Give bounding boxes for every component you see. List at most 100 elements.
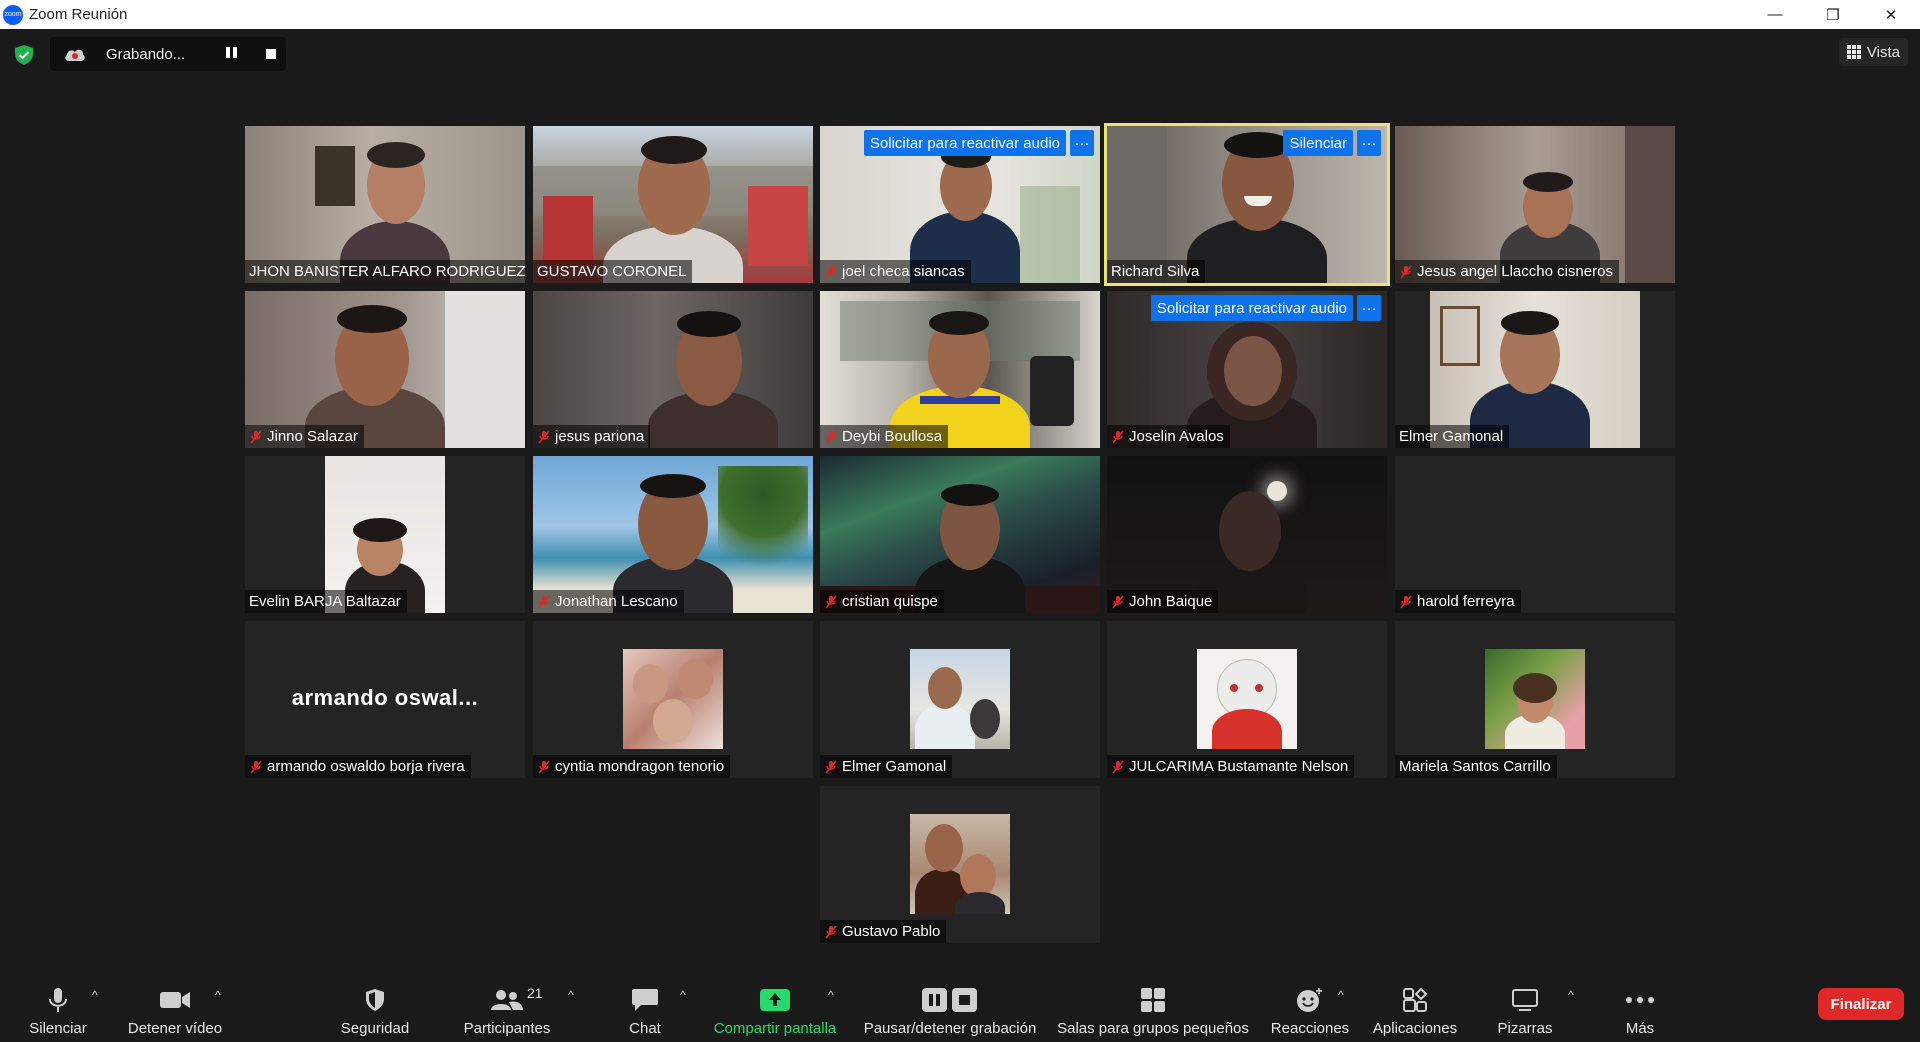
- mute-participant-button[interactable]: Silenciar: [1283, 130, 1353, 156]
- video-tile[interactable]: Elmer Gamonal: [820, 621, 1100, 778]
- share-screen-button[interactable]: Compartir pantalla: [705, 974, 845, 1042]
- participant-name: Deybi Boullosa: [842, 428, 943, 445]
- participant-name: jesus pariona: [555, 428, 645, 445]
- stop-video-button[interactable]: Detener vídeo: [120, 974, 230, 1042]
- recording-status: Grabando...: [106, 45, 186, 63]
- video-tile[interactable]: Jesus angel Llaccho cisneros: [1395, 126, 1675, 283]
- video-tile[interactable]: Jonathan Lescano: [533, 456, 813, 613]
- video-tile[interactable]: JULCARIMA Bustamante Nelson: [1107, 621, 1387, 778]
- reactions-options-caret-icon[interactable]: ^: [1338, 988, 1344, 1002]
- video-tile[interactable]: GUSTAVO CORONEL: [533, 126, 813, 283]
- muted-mic-icon: [1112, 594, 1124, 609]
- video-tile[interactable]: Solicitar para reactivar audio ··· joel …: [820, 126, 1100, 283]
- recording-panel: Grabando...: [50, 37, 286, 71]
- participants-options-caret-icon[interactable]: ^: [568, 988, 574, 1002]
- video-tile[interactable]: JHON BANISTER ALFARO RODRIGUEZ: [245, 126, 525, 283]
- video-tile[interactable]: Evelin BARJA Baltazar: [245, 456, 525, 613]
- encryption-shield-icon[interactable]: [13, 44, 35, 66]
- video-tile[interactable]: Mariela Santos Carrillo: [1395, 621, 1675, 778]
- video-tile[interactable]: John Baique: [1107, 456, 1387, 613]
- window-controls: — ❐ ✕: [1746, 0, 1920, 29]
- participants-label: Participantes: [463, 1020, 551, 1037]
- more-options-button[interactable]: ···: [1357, 295, 1381, 321]
- whiteboards-options-caret-icon[interactable]: ^: [1568, 988, 1574, 1002]
- request-unmute-button[interactable]: Solicitar para reactivar audio: [863, 130, 1066, 156]
- end-meeting-button[interactable]: Finalizar: [1818, 988, 1904, 1020]
- muted-mic-icon: [1400, 594, 1412, 609]
- microphone-icon: [47, 988, 69, 1012]
- participant-name: armando oswaldo borja rivera: [267, 758, 465, 775]
- chat-bubble-icon: [631, 988, 659, 1012]
- name-label: Evelin BARJA Baltazar: [245, 590, 407, 613]
- share-options-caret-icon[interactable]: ^: [828, 988, 834, 1002]
- name-label: Mariela Santos Carrillo: [1395, 755, 1557, 778]
- participant-name: Mariela Santos Carrillo: [1399, 758, 1551, 775]
- breakout-rooms-label: Salas para grupos pequeños: [1057, 1020, 1249, 1037]
- whiteboards-button[interactable]: Pizarras: [1490, 974, 1560, 1042]
- stop-recording-icon[interactable]: [266, 49, 276, 59]
- pause-stop-recording-button[interactable]: Pausar/detener grabación: [855, 974, 1045, 1042]
- window-title: Zoom Reunión: [29, 6, 128, 23]
- muted-mic-icon: [538, 594, 550, 609]
- reactions-button[interactable]: Reacciones: [1268, 974, 1352, 1042]
- breakout-rooms-icon: [1140, 988, 1166, 1012]
- mute-label: Silenciar: [29, 1020, 87, 1037]
- name-label: Jesus angel Llaccho cisneros: [1395, 260, 1619, 283]
- participant-name: Elmer Gamonal: [842, 758, 947, 775]
- request-unmute-button[interactable]: Solicitar para reactivar audio: [1150, 295, 1353, 321]
- video-tile[interactable]: cyntia mondragon tenorio: [533, 621, 813, 778]
- more-label: Más: [1625, 1020, 1655, 1037]
- name-label: armando oswaldo borja rivera: [245, 755, 471, 778]
- muted-mic-icon: [250, 759, 262, 774]
- more-button[interactable]: Más: [1610, 974, 1670, 1042]
- more-options-button[interactable]: ···: [1070, 130, 1094, 156]
- muted-mic-icon: [1400, 264, 1412, 279]
- name-label: Deybi Boullosa: [820, 425, 949, 448]
- apps-button[interactable]: Aplicaciones: [1365, 974, 1465, 1042]
- video-tile[interactable]: harold ferreyra: [1395, 456, 1675, 613]
- close-button[interactable]: ✕: [1862, 0, 1920, 29]
- participant-name: harold ferreyra: [1417, 593, 1515, 610]
- breakout-rooms-button[interactable]: Salas para grupos pequeños: [1055, 974, 1251, 1042]
- video-tile-active-speaker[interactable]: Silenciar ··· Richard Silva: [1104, 123, 1390, 286]
- participant-name: Richard Silva: [1111, 263, 1200, 280]
- video-tile[interactable]: Jinno Salazar: [245, 291, 525, 448]
- tile-actions: Solicitar para reactivar audio ···: [863, 130, 1094, 156]
- audio-options-caret-icon[interactable]: ^: [92, 988, 98, 1002]
- participant-name: GUSTAVO CORONEL: [537, 263, 687, 280]
- video-tile[interactable]: cristian quispe: [820, 456, 1100, 613]
- pause-stop-recording-icon: [921, 988, 979, 1012]
- chat-button[interactable]: Chat: [615, 974, 675, 1042]
- minimize-button[interactable]: —: [1746, 0, 1804, 29]
- profile-picture: [1197, 649, 1297, 749]
- video-tile[interactable]: Gustavo Pablo: [820, 786, 1100, 943]
- profile-picture: [623, 649, 723, 749]
- name-label: Richard Silva: [1107, 260, 1206, 283]
- muted-mic-icon: [538, 759, 550, 774]
- grid-view-icon: [1846, 45, 1861, 59]
- muted-mic-icon: [825, 924, 837, 939]
- participant-name: John Baique: [1129, 593, 1213, 610]
- meeting-top-bar: Grabando... Vista: [0, 29, 1920, 79]
- name-label: cyntia mondragon tenorio: [533, 755, 731, 778]
- participant-display-name: armando oswal...: [291, 685, 479, 710]
- more-options-button[interactable]: ···: [1357, 130, 1381, 156]
- video-options-caret-icon[interactable]: ^: [215, 988, 221, 1002]
- muted-mic-icon: [825, 264, 837, 279]
- restore-button[interactable]: ❐: [1804, 0, 1862, 29]
- pause-recording-icon[interactable]: [224, 47, 238, 61]
- name-label: Elmer Gamonal: [1395, 425, 1510, 448]
- chat-options-caret-icon[interactable]: ^: [680, 988, 686, 1002]
- more-dots-icon: [1625, 988, 1655, 1012]
- name-label: JHON BANISTER ALFARO RODRIGUEZ: [245, 260, 525, 283]
- mute-button[interactable]: Silenciar: [20, 974, 96, 1042]
- video-tile[interactable]: jesus pariona: [533, 291, 813, 448]
- video-tile[interactable]: armando oswal... armando oswaldo borja r…: [245, 621, 525, 778]
- security-button[interactable]: Seguridad: [335, 974, 415, 1042]
- participant-name: joel checa siancas: [842, 263, 965, 280]
- name-label: harold ferreyra: [1395, 590, 1521, 613]
- video-tile[interactable]: Solicitar para reactivar audio ··· Josel…: [1107, 291, 1387, 448]
- video-tile[interactable]: Deybi Boullosa: [820, 291, 1100, 448]
- view-button[interactable]: Vista: [1838, 38, 1908, 66]
- video-tile[interactable]: Elmer Gamonal: [1395, 291, 1675, 448]
